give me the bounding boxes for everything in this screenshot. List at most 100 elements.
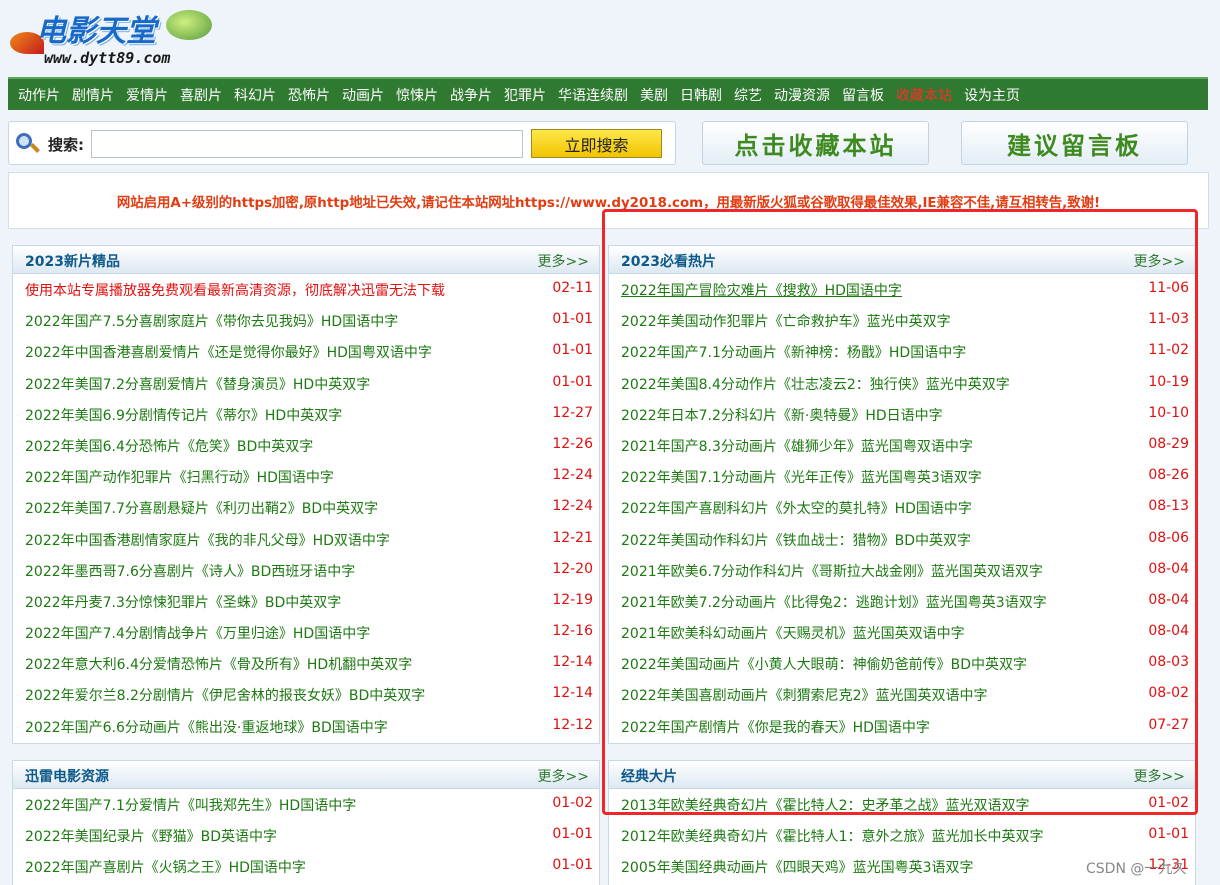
search-icon	[14, 131, 40, 157]
list-item: 2022年国产动作犯罪片《扫黑行动》HD国语中字 12-24	[13, 461, 599, 492]
movie-link[interactable]: 2022年美国6.4分恐怖片《危笑》BD中英双字	[25, 436, 313, 456]
more-link[interactable]: 更多>>	[538, 251, 589, 271]
movie-link[interactable]: 使用本站专属播放器免费观看最新高清资源，彻底解决迅雷无法下载	[25, 280, 445, 300]
movie-link[interactable]: 2022年中国香港喜剧爱情片《还是觉得你最好》HD国粤双语中字	[25, 342, 432, 362]
list-item: 2022年美国动画片《小黄人大眼萌：神偷奶爸前传》BD中英双字 08-03	[609, 648, 1195, 679]
nav-item-comedy[interactable]: 喜剧片	[180, 85, 222, 105]
movie-link[interactable]: 2021年国产8.3分动画片《雄狮少年》蓝光国粤双语中字	[621, 436, 973, 456]
nav-item-jk-series[interactable]: 日韩剧	[680, 85, 722, 105]
movie-link[interactable]: 2022年日本7.2分科幻片《新·奥特曼》HD日语中字	[621, 405, 943, 425]
list-item: 使用本站专属播放器免费观看最新高清资源，彻底解决迅雷无法下载 02-11	[13, 274, 599, 305]
nav-item-drama[interactable]: 剧情片	[72, 85, 114, 105]
panel-title: 2023必看热片	[621, 254, 716, 270]
site-logo[interactable]: 电影天堂 www.dytt89.com	[6, 4, 216, 70]
list-item: 2022年爱尔兰8.2分剧情片《伊尼舍林的报丧女妖》BD中英双字 12-14	[13, 679, 599, 710]
movie-link[interactable]: 2022年美国7.1分动画片《光年正传》蓝光国粤英3语双字	[621, 467, 982, 487]
movie-link[interactable]: 2021年欧美6.7分动作科幻片《哥斯拉大战金刚》蓝光国英双语双字	[621, 561, 1043, 581]
list-item: 2012年欧美经典奇幻片《霍比特人1：意外之旅》蓝光加长中英双字 01-01	[609, 820, 1195, 851]
movie-link[interactable]: 2022年爱尔兰8.2分剧情片《伊尼舍林的报丧女妖》BD中英双字	[25, 685, 425, 705]
list-item: 2013年欧美经典奇幻片《霍比特人2：史矛革之战》蓝光双语双字 01-02	[609, 789, 1195, 820]
movie-link[interactable]: 2022年美国8.4分动作片《壮志凌云2：独行侠》蓝光中英双字	[621, 374, 1010, 394]
logo-leaf-icon	[166, 10, 212, 40]
nav-item-scifi[interactable]: 科幻片	[234, 85, 276, 105]
nav-item-us-series[interactable]: 美剧	[640, 85, 668, 105]
movie-link[interactable]: 2013年欧美经典奇幻片《霍比特人2：史矛革之战》蓝光双语双字	[621, 795, 1030, 815]
movie-link[interactable]: 2021年欧美7.2分动画片《比得兔2：逃跑计划》蓝光国粤英3语双字	[621, 592, 1047, 612]
search-button[interactable]: 立即搜索	[531, 129, 662, 158]
movie-link[interactable]: 2022年美国喜剧动画片《刺猬索尼克2》蓝光国英双语中字	[621, 685, 988, 705]
logo-title: 电影天堂	[36, 14, 156, 49]
nav-item-bookmark[interactable]: 收藏本站	[896, 85, 952, 105]
list-item: 2022年国产冒险灾难片《搜救》HD国语中字 11-06	[609, 274, 1195, 305]
more-link[interactable]: 更多>>	[1134, 766, 1185, 786]
nav-item-anime[interactable]: 动漫资源	[774, 85, 830, 105]
nav-item-animation[interactable]: 动画片	[342, 85, 384, 105]
movie-link[interactable]: 2022年丹麦7.3分惊悚犯罪片《圣蛛》BD中英双字	[25, 592, 341, 612]
movie-link[interactable]: 2022年美国动作科幻片《铁血战士：猎物》BD中英双字	[621, 530, 971, 550]
movie-link[interactable]: 2022年美国动画片《小黄人大眼萌：神偷奶爸前传》BD中英双字	[621, 654, 1027, 674]
list-item: 2022年美国6.9分剧情传记片《蒂尔》HD中英双字 12-27	[13, 399, 599, 430]
movie-link[interactable]: 2022年中国香港剧情家庭片《我的非凡父母》HD双语中字	[25, 530, 390, 550]
date: 11-03	[1148, 311, 1189, 328]
list-item: 2022年国产7.4分剧情战争片《万里归途》HD国语中字 12-16	[13, 617, 599, 648]
nav-item-war[interactable]: 战争片	[450, 85, 492, 105]
nav-item-horror[interactable]: 恐怖片	[288, 85, 330, 105]
date: 02-11	[552, 280, 593, 296]
movie-link[interactable]: 2022年国产冒险灾难片《搜救》HD国语中字	[621, 280, 902, 300]
date: 01-02	[552, 795, 593, 811]
search-input[interactable]	[91, 130, 523, 158]
logo-url: www.dytt89.com	[44, 49, 171, 67]
nav-item-romance[interactable]: 爱情片	[126, 85, 168, 105]
panel-title: 2023新片精品	[25, 254, 120, 270]
movie-link[interactable]: 2022年国产7.1分动画片《新神榜：杨戬》HD国语中字	[621, 342, 966, 362]
nav-item-action[interactable]: 动作片	[18, 85, 60, 105]
more-link[interactable]: 更多>>	[1134, 251, 1185, 271]
date: 01-01	[1148, 826, 1189, 843]
nav-item-guestbook[interactable]: 留言板	[842, 85, 884, 105]
movie-link[interactable]: 2022年国产剧情片《你是我的春天》HD国语中字	[621, 717, 930, 737]
guestbook-button[interactable]: 建议留言板	[961, 121, 1188, 165]
date: 12-19	[552, 591, 593, 608]
movie-link[interactable]: 2022年国产动作犯罪片《扫黑行动》HD国语中字	[25, 467, 334, 487]
list-item: 2022年美国8.4分动作片《壮志凌云2：独行侠》蓝光中英双字 10-19	[609, 368, 1195, 399]
movie-link[interactable]: 2022年美国6.9分剧情传记片《蒂尔》HD中英双字	[25, 405, 342, 425]
list-item: 2021年国产8.3分动画片《雄狮少年》蓝光国粤双语中字 08-29	[609, 430, 1195, 461]
movie-link[interactable]: 2022年美国动作犯罪片《亡命救护车》蓝光中英双字	[621, 311, 951, 331]
panel-title: 迅雷电影资源	[25, 769, 109, 785]
bookmark-site-button[interactable]: 点击收藏本站	[702, 121, 929, 165]
movie-link[interactable]: 2021年欧美科幻动画片《天赐灵机》蓝光国英双语中字	[621, 623, 965, 643]
movie-link[interactable]: 2022年美国7.7分喜剧悬疑片《利刃出鞘2》BD中英双字	[25, 498, 378, 518]
panel-xunlei: 迅雷电影资源 更多>> 2022年国产7.1分爱情片《叫我郑先生》HD国语中字 0…	[12, 760, 600, 885]
movie-link[interactable]: 2022年国产6.6分动画片《熊出没·重返地球》BD国语中字	[25, 717, 388, 737]
nav-item-thriller[interactable]: 惊悚片	[396, 85, 438, 105]
nav-item-set-homepage[interactable]: 设为主页	[964, 85, 1020, 105]
movie-link[interactable]: 2022年国产7.4分剧情战争片《万里归途》HD国语中字	[25, 623, 370, 643]
movie-link[interactable]: 2022年国产7.5分喜剧家庭片《带你去见我妈》HD国语中字	[25, 311, 398, 331]
movie-link[interactable]: 2022年国产7.1分爱情片《叫我郑先生》HD国语中字	[25, 795, 356, 815]
movie-link[interactable]: 2022年美国7.2分喜剧爱情片《替身演员》HD中英双字	[25, 374, 370, 394]
panel-header: 2023新片精品 更多>>	[13, 246, 599, 274]
movie-link[interactable]: 2022年国产喜剧片《火锅之王》HD国语中字	[25, 857, 306, 877]
movie-link[interactable]: 2022年意大利6.4分爱情恐怖片《骨及所有》HD机翻中英双字	[25, 654, 412, 674]
list-item: 2022年意大利6.4分爱情恐怖片《骨及所有》HD机翻中英双字 12-14	[13, 648, 599, 679]
movie-link[interactable]: 2022年国产喜剧科幻片《外太空的莫扎特》HD国语中字	[621, 498, 972, 518]
nav-item-variety[interactable]: 综艺	[734, 85, 762, 105]
date: 11-02	[1148, 342, 1189, 359]
date: 01-02	[1148, 795, 1189, 811]
list-item: 2022年中国香港剧情家庭片《我的非凡父母》HD双语中字 12-21	[13, 524, 599, 555]
watermark: CSDN @一九久	[1086, 861, 1187, 877]
movie-link[interactable]: 2022年墨西哥7.6分喜剧片《诗人》BD西班牙语中字	[25, 561, 355, 581]
date: 08-04	[1148, 560, 1189, 577]
nav-item-chinese-series[interactable]: 华语连续剧	[558, 85, 628, 105]
date: 12-27	[552, 404, 593, 421]
movie-link[interactable]: 2012年欧美经典奇幻片《霍比特人1：意外之旅》蓝光加长中英双字	[621, 826, 1044, 846]
nav-item-crime[interactable]: 犯罪片	[504, 85, 546, 105]
more-link[interactable]: 更多>>	[538, 766, 589, 786]
date: 12-14	[552, 685, 593, 702]
panel-new-2023: 2023新片精品 更多>> 使用本站专属播放器免费观看最新高清资源，彻底解决迅雷…	[12, 245, 600, 744]
movie-link[interactable]: 2022年美国纪录片《野猫》BD英语中字	[25, 826, 277, 846]
list-item: 2022年国产喜剧片《火锅之王》HD国语中字 01-01	[13, 851, 599, 882]
movie-link[interactable]: 2005年美国经典动画片《四眼天鸡》蓝光国粤英3语双字	[621, 857, 974, 877]
list-item: 2022年日本7.2分科幻片《新·奥特曼》HD日语中字 10-10	[609, 399, 1195, 430]
date: 08-02	[1148, 685, 1189, 702]
